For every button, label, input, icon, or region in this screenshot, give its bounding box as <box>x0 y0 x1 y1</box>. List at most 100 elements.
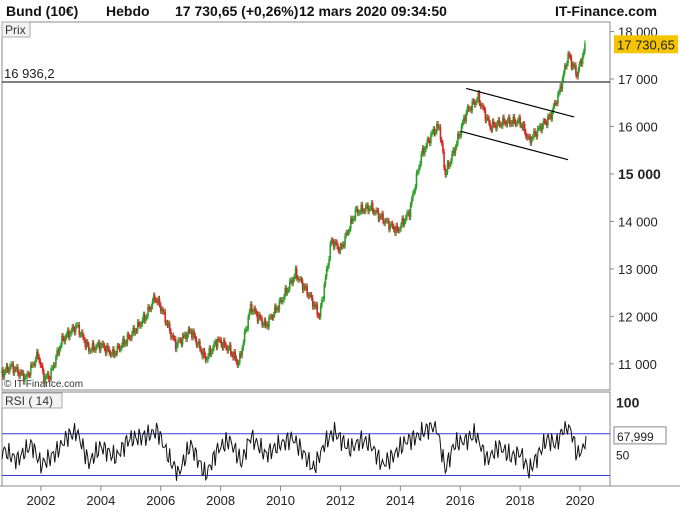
candle-body <box>344 235 346 246</box>
candle-body <box>241 347 244 356</box>
candle-body <box>278 300 281 310</box>
candle-body <box>194 335 197 340</box>
candle-body <box>504 121 506 124</box>
candle-body <box>38 356 40 361</box>
candle-body <box>51 368 54 370</box>
candle-body <box>396 225 399 230</box>
candle-body <box>74 325 77 333</box>
candle-body <box>242 342 245 348</box>
price-frame <box>1 21 611 391</box>
rsi-y-tick-label: 100 <box>616 394 640 410</box>
candle-body <box>478 92 481 104</box>
candle-body <box>146 316 148 318</box>
candle-body <box>186 334 189 340</box>
candle-body <box>445 172 448 175</box>
candle-body <box>392 226 395 230</box>
candle-body <box>424 148 426 154</box>
candle-body <box>287 289 290 291</box>
rsi-panel: RSI ( 14) 100 50 67,999 <box>1 391 667 487</box>
candle-body <box>475 102 477 105</box>
candle-body <box>418 167 420 172</box>
candle-body <box>25 376 27 378</box>
candle-body <box>415 172 418 187</box>
candle-body <box>541 126 544 131</box>
candle-body <box>472 101 475 103</box>
candle-body <box>524 131 527 137</box>
candle-body <box>403 221 406 225</box>
candle-body <box>193 331 195 336</box>
candle-body <box>382 213 384 222</box>
candle-body <box>489 122 491 128</box>
candle-body <box>584 43 586 52</box>
candle-body <box>220 340 223 345</box>
candle-body <box>107 345 109 349</box>
candle-body <box>337 246 339 251</box>
candle-body <box>140 324 142 326</box>
y-tick-label: 16 000 <box>618 119 658 134</box>
candle-body <box>582 51 585 56</box>
candle-body <box>72 326 75 329</box>
candle-body <box>537 128 540 130</box>
candle-body <box>148 306 150 309</box>
candle-body <box>102 343 105 346</box>
y-tick-label: 11 000 <box>618 357 657 372</box>
y-tick-label: 15 000 <box>618 166 661 182</box>
candle-body <box>260 316 262 319</box>
candle-body <box>237 362 240 365</box>
candle-body <box>172 335 175 339</box>
candle-body <box>255 311 258 314</box>
candle-body <box>116 345 119 354</box>
candle-body <box>295 268 298 279</box>
candle-body <box>336 242 338 247</box>
candle-body <box>59 345 62 349</box>
candle-body <box>235 358 238 362</box>
candle-body <box>292 279 295 284</box>
candle-body <box>39 360 42 366</box>
x-tick-label: 2002 <box>26 493 55 508</box>
candle-body <box>322 298 324 300</box>
candle-body <box>563 66 566 74</box>
candle-body <box>327 265 329 269</box>
candle-body <box>409 204 412 218</box>
candle-body <box>288 281 291 290</box>
candle-body <box>110 354 113 356</box>
candle-body <box>569 55 572 58</box>
candle-body <box>465 112 468 121</box>
candle-body <box>69 333 71 338</box>
candle-body <box>325 268 328 277</box>
candle-body <box>558 91 560 94</box>
candle-body <box>206 359 208 361</box>
candle-body <box>328 258 330 266</box>
rsi-frame <box>1 391 611 487</box>
candle-body <box>128 336 131 338</box>
candle-body <box>442 143 444 152</box>
candle-body <box>431 132 433 135</box>
rsi-label: RSI ( 14) <box>5 394 53 408</box>
candle-body <box>37 351 39 357</box>
candle-body <box>519 117 521 126</box>
candle-body <box>24 376 26 382</box>
candle-body <box>259 314 261 317</box>
candle-body <box>371 203 374 212</box>
candle-body <box>70 331 72 334</box>
candle-body <box>389 224 391 230</box>
candle-body <box>354 209 357 219</box>
candle-body <box>430 134 432 144</box>
candle-body <box>82 332 84 338</box>
candle-body <box>577 70 579 77</box>
candle-body <box>506 120 509 125</box>
candle-body <box>496 123 498 129</box>
candle-body <box>450 161 452 165</box>
candle-body <box>282 299 284 302</box>
candle-body <box>108 348 111 353</box>
candle-body <box>552 105 555 112</box>
candle-body <box>64 337 67 342</box>
candle-body <box>321 299 323 306</box>
candle-body <box>44 376 46 384</box>
candle-body <box>199 341 201 349</box>
candle-body <box>414 186 417 192</box>
candle-body <box>121 345 123 349</box>
candle-body <box>400 225 402 230</box>
candle-body <box>487 117 489 119</box>
candle-body <box>6 365 9 371</box>
